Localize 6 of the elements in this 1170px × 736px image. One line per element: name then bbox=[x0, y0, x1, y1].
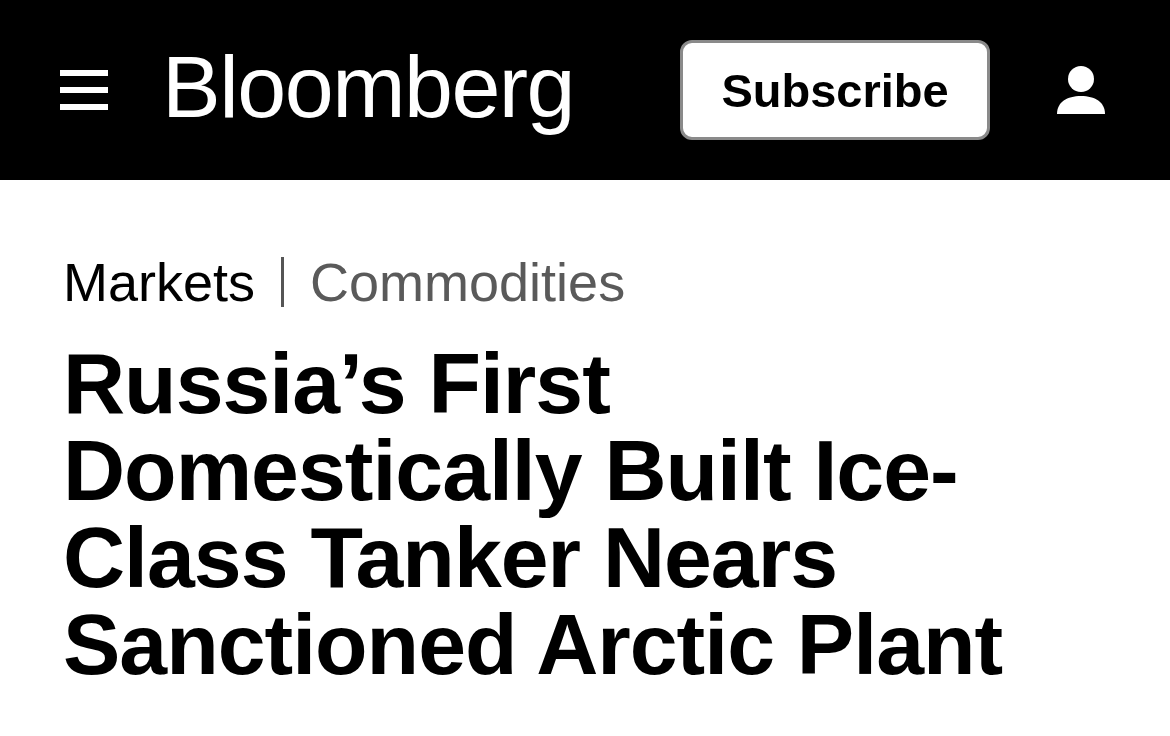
headline: Russia’s First Domestically Built Ice-Class Tanker Nears Sanctioned Arctic Plant bbox=[63, 340, 1004, 688]
menu-icon[interactable] bbox=[60, 70, 108, 110]
account-icon[interactable] bbox=[1057, 66, 1105, 114]
breadcrumb-link[interactable]: Commodities bbox=[310, 255, 626, 309]
subscribe-button[interactable]: Subscribe bbox=[680, 40, 990, 140]
breadcrumb-link[interactable]: Markets bbox=[63, 255, 256, 309]
